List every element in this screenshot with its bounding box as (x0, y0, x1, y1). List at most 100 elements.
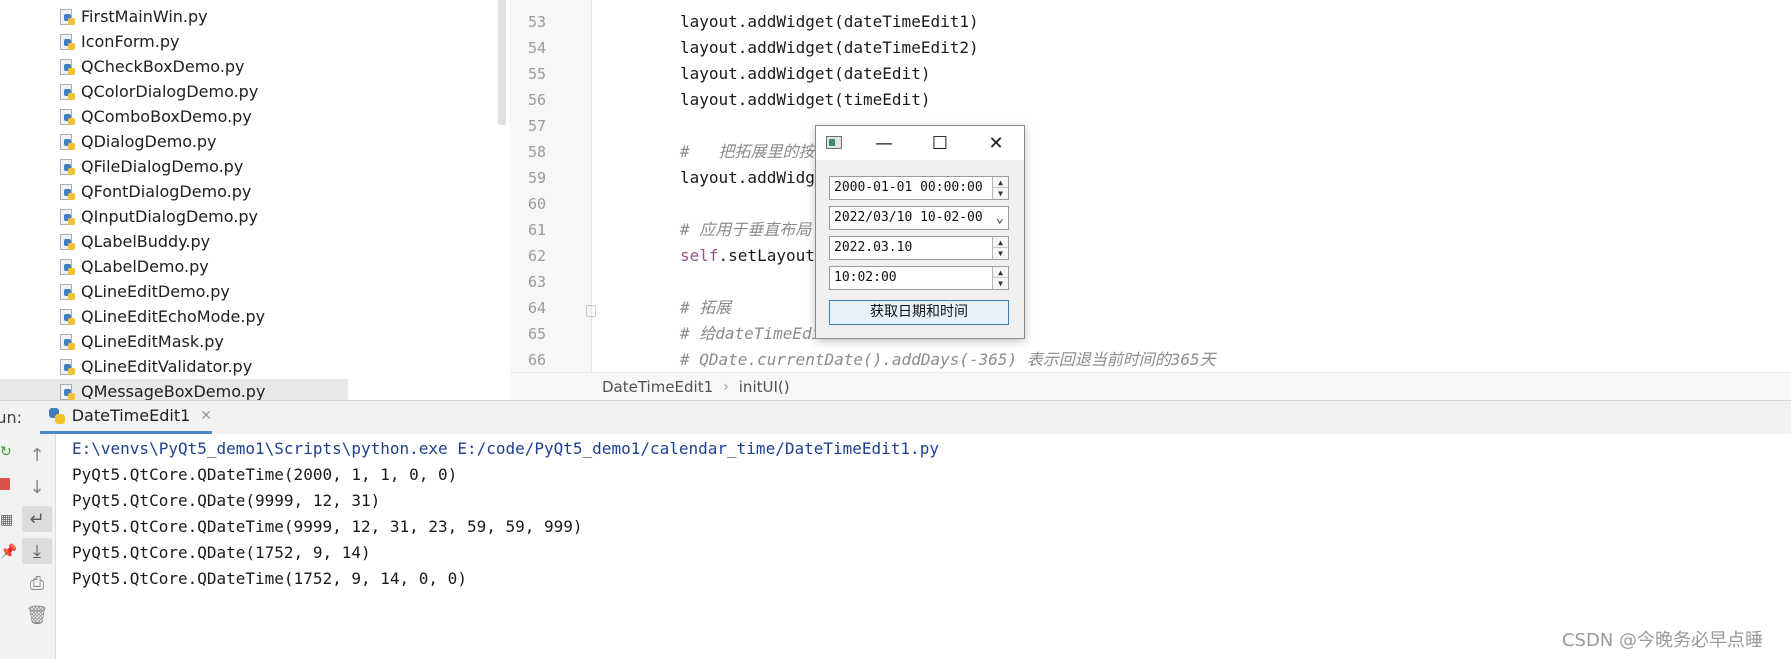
tree-file-item[interactable]: QColorDialogDemo.py (58, 79, 258, 104)
tree-file-item[interactable]: QLabelBuddy.py (58, 229, 210, 254)
print-icon[interactable]: ⎙ (22, 570, 52, 596)
pin-icon[interactable]: 📌 (0, 544, 17, 560)
tree-file-label: FirstMainWin.py (81, 7, 208, 26)
line-number: 54 (527, 39, 546, 57)
tree-file-item[interactable]: QLineEditMask.py (58, 329, 224, 354)
line-number: 63 (527, 273, 546, 291)
output-line: PyQt5.QtCore.QDateTime(1752, 9, 14, 0, 0… (72, 569, 467, 588)
tree-file-item[interactable]: QFileDialogDemo.py (58, 154, 243, 179)
fold-marker-icon[interactable] (586, 305, 596, 317)
scroll-to-end-icon[interactable]: ⤓ (22, 538, 52, 564)
tree-file-label: QLineEditValidator.py (81, 357, 253, 376)
code-line: layout.addWidget(dateTimeEdit1) (680, 12, 979, 31)
python-file-icon (58, 333, 76, 351)
tree-file-item[interactable]: FirstMainWin.py (58, 4, 208, 29)
tree-file-label: QColorDialogDemo.py (81, 82, 259, 101)
run-side-toolbar: ↻ ▦ 📌 (0, 434, 17, 659)
output-line: PyQt5.QtCore.QDate(1752, 9, 14) (72, 543, 371, 562)
tree-scrollbar[interactable] (498, 0, 506, 125)
spin-up-icon[interactable]: ▲ (993, 237, 1008, 248)
tree-file-label: QComboBoxDemo.py (81, 107, 252, 126)
tree-file-item[interactable]: QLineEditEchoMode.py (58, 304, 265, 329)
tree-file-label: QMessageBoxDemo.py (81, 382, 266, 400)
tree-file-item[interactable]: IconForm.py (58, 29, 179, 54)
tree-file-item[interactable]: QFontDialogDemo.py (58, 179, 251, 204)
breadcrumb-class[interactable]: DateTimeEdit1 (602, 378, 713, 396)
trash-icon[interactable]: 🗑 (22, 602, 52, 628)
python-file-icon (58, 83, 76, 101)
code-line: layout.addWidget(dateEdit) (680, 64, 931, 83)
tree-file-item[interactable]: QInputDialogDemo.py (58, 204, 258, 229)
chevron-down-icon[interactable]: ⌄ (996, 207, 1004, 229)
python-file-icon (58, 283, 76, 301)
tree-file-label: QLabelDemo.py (81, 257, 209, 276)
maximize-button[interactable]: ☐ (912, 126, 968, 160)
tree-file-label: QLabelBuddy.py (81, 232, 211, 251)
datetime-edit-2-value: 2022/03/10 10-02-00 (834, 210, 983, 225)
python-file-icon (58, 8, 76, 26)
minimize-button[interactable]: — (856, 126, 912, 160)
python-file-icon (58, 58, 76, 76)
line-number: 59 (527, 169, 546, 187)
run-panel-header (0, 400, 1791, 434)
spin-down-icon[interactable]: ▼ (993, 278, 1008, 289)
rerun-icon[interactable]: ↻ (0, 444, 12, 460)
spin-buttons[interactable]: ▲ ▼ (992, 237, 1008, 259)
spin-down-icon[interactable]: ▼ (993, 188, 1008, 199)
tree-file-label: QLineEditDemo.py (81, 282, 230, 301)
line-number: 65 (527, 325, 546, 343)
spin-buttons[interactable]: ▲ ▼ (992, 177, 1008, 199)
line-number: 53 (527, 13, 546, 31)
python-file-icon (58, 308, 76, 326)
spin-down-icon[interactable]: ▼ (993, 248, 1008, 259)
time-edit[interactable]: 10:02:00 ▲ ▼ (829, 266, 1009, 290)
scroll-down-icon[interactable]: ↓ (22, 474, 52, 500)
breadcrumb-method[interactable]: initUI() (739, 378, 790, 396)
get-datetime-button[interactable]: 获取日期和时间 (829, 300, 1009, 325)
run-panel-label: Run: (0, 408, 23, 427)
python-file-icon (58, 133, 76, 151)
soft-wrap-icon[interactable]: ↵ (22, 506, 52, 532)
scroll-up-icon[interactable]: ↑ (22, 442, 52, 468)
window-titlebar[interactable]: — ☐ ✕ (816, 126, 1024, 160)
tree-file-item[interactable]: QLineEditValidator.py (58, 354, 252, 379)
tree-file-label: QCheckBoxDemo.py (81, 57, 245, 76)
python-file-icon (58, 183, 76, 201)
code-comment-line: # 应用于垂直布局 (680, 220, 812, 239)
breadcrumb: DateTimeEdit1 › initUI() (510, 372, 1791, 400)
datetime-edit-1[interactable]: 2000-01-01 00:00:00 ▲ ▼ (829, 176, 1009, 200)
date-edit[interactable]: 2022.03.10 ▲ ▼ (829, 236, 1009, 260)
run-tab[interactable]: DateTimeEdit1 ✕ (40, 400, 212, 434)
tree-file-label: QFontDialogDemo.py (81, 182, 252, 201)
line-number: 66 (527, 351, 546, 369)
python-file-icon (58, 358, 76, 376)
line-number: 64 (527, 299, 546, 317)
python-file-icon (58, 233, 76, 251)
code-line: layout.addWidget(dateTimeEdit2) (680, 38, 979, 57)
line-number: 58 (527, 143, 546, 161)
tree-file-item[interactable]: QComboBoxDemo.py (58, 104, 252, 129)
tree-file-label: QInputDialogDemo.py (81, 207, 258, 226)
spin-up-icon[interactable]: ▲ (993, 267, 1008, 278)
chevron-right-icon: › (723, 378, 729, 395)
tree-file-item[interactable]: QMessageBoxDemo.py (0, 379, 348, 400)
tree-file-item[interactable]: QCheckBoxDemo.py (58, 54, 245, 79)
output-line: PyQt5.QtCore.QDateTime(2000, 1, 1, 0, 0) (72, 465, 458, 484)
close-tab-icon[interactable]: ✕ (200, 408, 212, 424)
layout-icon[interactable]: ▦ (0, 512, 13, 528)
spin-buttons[interactable]: ▲ ▼ (992, 267, 1008, 289)
line-number: 57 (527, 117, 546, 135)
stop-icon[interactable] (0, 478, 10, 490)
line-number: 56 (527, 91, 546, 109)
tree-file-label: QFileDialogDemo.py (81, 157, 244, 176)
spin-up-icon[interactable]: ▲ (993, 177, 1008, 188)
tree-file-item[interactable]: QDialogDemo.py (58, 129, 217, 154)
tree-file-label: QLineEditEchoMode.py (81, 307, 266, 326)
close-button[interactable]: ✕ (968, 126, 1024, 160)
tree-file-item[interactable]: QLineEditDemo.py (58, 279, 230, 304)
watermark: CSDN @今晚务必早点睡 (1561, 630, 1763, 651)
datetime-edit-1-value: 2000-01-01 00:00:00 (834, 180, 983, 195)
python-file-icon (58, 258, 76, 276)
tree-file-item[interactable]: QLabelDemo.py (58, 254, 209, 279)
datetime-edit-2[interactable]: 2022/03/10 10-02-00 ⌄ (829, 206, 1009, 230)
